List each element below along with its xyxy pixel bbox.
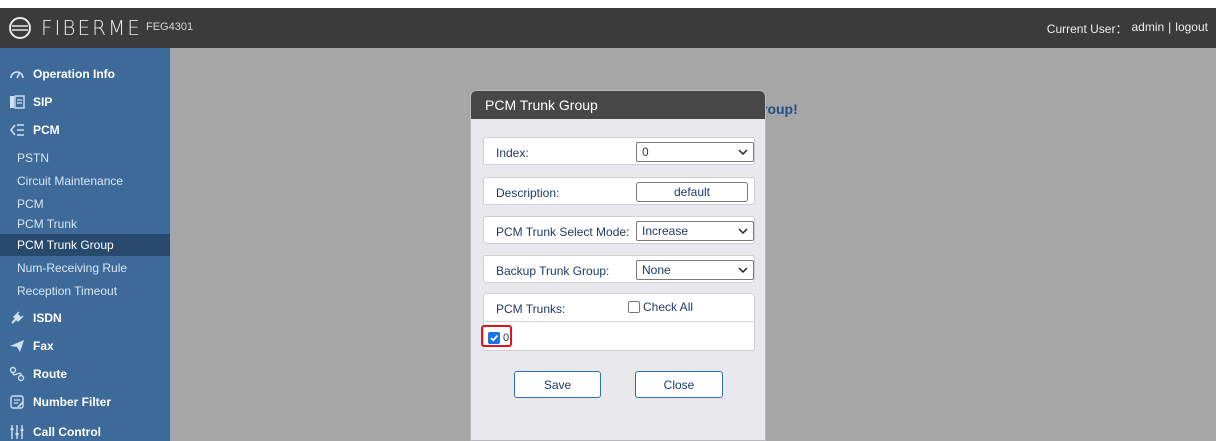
description-row: Description: default bbox=[483, 177, 755, 205]
dialog-title: PCM Trunk Group bbox=[485, 97, 598, 113]
sliders-icon bbox=[10, 425, 24, 439]
select-mode-value: Increase bbox=[642, 224, 689, 238]
sidebar-subitem-label: PSTN bbox=[17, 151, 50, 165]
sidebar-item-label: SIP bbox=[33, 95, 53, 109]
sidebar-item-pcm[interactable]: PCM bbox=[0, 116, 170, 144]
sidebar-subitem-pcm[interactable]: PCM bbox=[0, 193, 170, 215]
chevron-down-icon bbox=[738, 267, 748, 274]
sidebar-subitem-label: Num-Receiving Rule bbox=[17, 261, 128, 275]
index-select-value: 0 bbox=[642, 145, 649, 159]
sidebar-subitem-label: PCM Trunk bbox=[17, 217, 78, 231]
index-label: Index: bbox=[496, 146, 529, 160]
brand-name: FIBERME bbox=[41, 16, 142, 40]
sidebar-subitem-num-receiving-rule[interactable]: Num-Receiving Rule bbox=[0, 257, 170, 279]
sidebar-item-label: PCM bbox=[33, 123, 60, 137]
logout-link[interactable]: logout bbox=[1175, 20, 1208, 37]
sidebar-item-label: Route bbox=[33, 367, 67, 381]
sidebar-subitem-pstn[interactable]: PSTN bbox=[0, 147, 170, 169]
sidebar: Operation Info SIP PCM PSTN Circuit Main… bbox=[0, 48, 170, 441]
sidebar-item-label: Call Control bbox=[33, 425, 101, 439]
description-input[interactable]: default bbox=[636, 182, 748, 202]
index-row: Index: 0 bbox=[483, 137, 755, 165]
sidebar-subitem-reception-timeout[interactable]: Reception Timeout bbox=[0, 280, 170, 302]
user-separator: | bbox=[1168, 20, 1172, 34]
chevron-down-icon bbox=[738, 149, 748, 156]
page-message-partial: roup! bbox=[762, 101, 798, 117]
sip-icon bbox=[10, 95, 25, 109]
index-select[interactable]: 0 bbox=[636, 142, 754, 162]
select-mode-row: PCM Trunk Select Mode: Increase bbox=[483, 216, 755, 244]
pcm-trunk-group-dialog: PCM Trunk Group Index: 0 Description: de… bbox=[470, 90, 766, 441]
check-all-checkbox[interactable] bbox=[628, 301, 640, 313]
sidebar-subitem-circuit-maintenance[interactable]: Circuit Maintenance bbox=[0, 170, 170, 192]
current-user-label: Current User： bbox=[1046, 22, 1128, 36]
dialog-header: PCM Trunk Group bbox=[471, 91, 765, 119]
pcm-trunks-header: PCM Trunks: Check All bbox=[484, 294, 754, 322]
sidebar-subitem-pcm-trunk-group[interactable]: PCM Trunk Group bbox=[0, 234, 170, 256]
sidebar-item-label: Number Filter bbox=[33, 395, 112, 409]
device-model: FEG4301 bbox=[146, 21, 194, 33]
pcm-trunks-box: PCM Trunks: Check All 0 bbox=[483, 293, 755, 351]
sidebar-subitem-label: Reception Timeout bbox=[17, 284, 118, 298]
pcm-icon bbox=[9, 124, 24, 136]
route-icon bbox=[9, 366, 25, 382]
top-bar: FIBERME FEG4301 Current User： admin | lo… bbox=[0, 8, 1216, 48]
sidebar-item-route[interactable]: Route bbox=[0, 360, 170, 388]
sidebar-item-sip[interactable]: SIP bbox=[0, 88, 170, 116]
paper-plane-icon bbox=[10, 340, 24, 352]
sidebar-item-number-filter[interactable]: Number Filter bbox=[0, 388, 170, 416]
chevron-down-icon bbox=[738, 228, 748, 235]
backup-trunk-group-row: Backup Trunk Group: None bbox=[483, 255, 755, 283]
brand-logo: FIBERME bbox=[8, 16, 142, 40]
check-all-label: Check All bbox=[643, 300, 694, 314]
backup-trunk-group-label: Backup Trunk Group: bbox=[496, 264, 610, 278]
current-user-name: admin bbox=[1131, 20, 1165, 34]
sidebar-item-label: Operation Info bbox=[33, 67, 115, 81]
sidebar-item-operation-info[interactable]: Operation Info bbox=[0, 60, 170, 88]
sidebar-subitem-label: PCM Trunk Group bbox=[17, 238, 114, 252]
save-button[interactable]: Save bbox=[514, 371, 601, 398]
pcm-trunks-label: PCM Trunks: bbox=[496, 302, 566, 316]
backup-trunk-group-select[interactable]: None bbox=[636, 260, 754, 280]
highlight-annotation bbox=[481, 325, 512, 347]
plug-icon bbox=[11, 311, 24, 324]
sidebar-item-call-control[interactable]: Call Control bbox=[0, 418, 170, 441]
user-box: Current User： admin | logout bbox=[1047, 20, 1208, 37]
close-button[interactable]: Close bbox=[635, 371, 723, 398]
gauge-icon bbox=[10, 71, 24, 79]
sidebar-item-label: ISDN bbox=[33, 311, 62, 325]
description-label: Description: bbox=[496, 186, 560, 200]
backup-trunk-group-value: None bbox=[642, 263, 671, 277]
filter-icon bbox=[10, 395, 24, 409]
sidebar-item-isdn[interactable]: ISDN bbox=[0, 304, 170, 332]
select-mode-select[interactable]: Increase bbox=[636, 221, 754, 241]
sidebar-item-fax[interactable]: Fax bbox=[0, 332, 170, 360]
sidebar-subitem-label: PCM bbox=[17, 197, 44, 211]
sidebar-subitem-pcm-trunk[interactable]: PCM Trunk bbox=[0, 213, 170, 235]
brand-logo-icon bbox=[9, 17, 31, 39]
sidebar-item-label: Fax bbox=[33, 339, 54, 353]
sidebar-subitem-label: Circuit Maintenance bbox=[17, 174, 124, 188]
check-all-control[interactable]: Check All bbox=[628, 300, 693, 314]
select-mode-label: PCM Trunk Select Mode: bbox=[496, 225, 630, 239]
